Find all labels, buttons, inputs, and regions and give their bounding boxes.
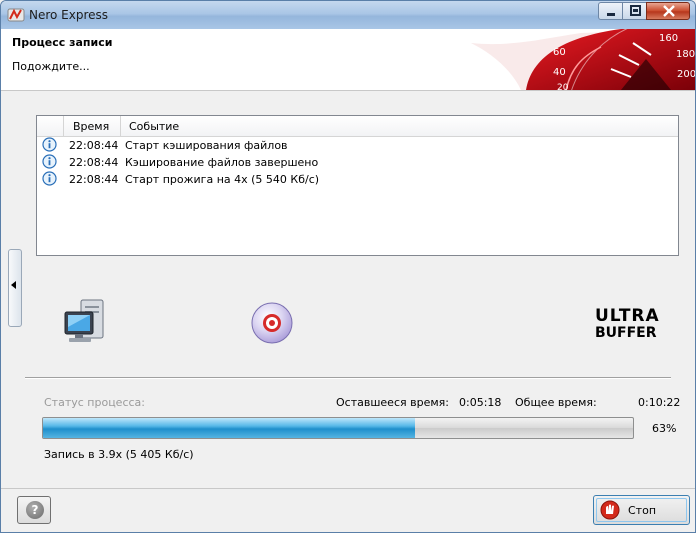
ultrabuffer-logo: ULTRA BUFFER: [595, 306, 660, 340]
section-divider: [25, 377, 671, 379]
maximize-button[interactable]: [622, 2, 647, 20]
expand-sidebar-tab[interactable]: [8, 249, 22, 327]
stop-button-label: Стоп: [628, 504, 657, 517]
nero-express-window: Nero Express Процесс записи Подождите...: [0, 0, 696, 533]
minimize-button[interactable]: [598, 2, 623, 20]
speedo-label-40: 40: [553, 67, 566, 78]
title-bar[interactable]: Nero Express: [1, 1, 695, 29]
main-content: Время Событие 22:08:44 Старт кэширования…: [1, 91, 695, 532]
column-separator: [120, 116, 121, 136]
log-header: Время Событие: [37, 116, 678, 137]
speedo-label-60: 60: [553, 47, 566, 58]
column-separator: [63, 116, 64, 136]
stop-icon: [600, 500, 620, 520]
computer-icon: [64, 299, 104, 342]
row-event: Старт кэширования файлов: [125, 139, 288, 152]
window-title: Nero Express: [29, 8, 109, 22]
speedo-label-20: 20: [557, 83, 569, 90]
total-time-label: Общее время:: [515, 396, 597, 409]
disc-icon: [251, 302, 293, 344]
speedo-label-160: 160: [659, 33, 678, 44]
column-header-time[interactable]: Время: [73, 120, 109, 133]
page-title: Процесс записи: [12, 36, 113, 49]
info-icon: [42, 137, 57, 152]
svg-text:ULTRA: ULTRA: [595, 306, 660, 326]
remaining-time-value: 0:05:18: [459, 396, 502, 409]
column-header-event[interactable]: Событие: [129, 120, 179, 133]
info-icon: [42, 154, 57, 169]
stop-button[interactable]: Стоп: [593, 495, 690, 525]
bottom-bar: ? Стоп: [1, 488, 695, 532]
table-row[interactable]: 22:08:44 Старт кэширования файлов: [37, 137, 678, 154]
row-time: 22:08:44: [69, 139, 119, 152]
info-icon: [42, 171, 57, 186]
table-row[interactable]: 22:08:44 Кэширование файлов завершено: [37, 154, 678, 171]
collapse-arrow-icon: [11, 281, 16, 289]
nero-app-icon: [7, 8, 25, 22]
row-event: Старт прожига на 4x (5 540 Кб/с): [125, 173, 320, 186]
speedo-label-200: 200: [677, 69, 695, 80]
row-time: 22:08:44: [69, 156, 119, 169]
event-log-table[interactable]: Время Событие 22:08:44 Старт кэширования…: [36, 115, 679, 256]
burn-progress-bar: [42, 417, 634, 439]
close-icon: [663, 5, 675, 17]
row-event: Кэширование файлов завершено: [125, 156, 319, 169]
table-row[interactable]: 22:08:44 Старт прожига на 4x (5 540 Кб/с…: [37, 171, 678, 188]
remaining-time-label: Оставшееся время:: [336, 396, 449, 409]
speedo-label-180: 180: [676, 49, 695, 60]
restore-icon: [630, 5, 641, 16]
help-button[interactable]: ?: [17, 496, 51, 524]
page-subtitle: Подождите...: [12, 60, 90, 73]
help-icon: ?: [26, 501, 44, 519]
minimize-icon: [607, 13, 615, 16]
row-time: 22:08:44: [69, 173, 119, 186]
speedometer-graphic: 160 180 200 60 40 20: [471, 29, 695, 90]
burn-progress-fill: [43, 418, 415, 438]
write-speed-text: Запись в 3.9x (5 405 Кб/с): [44, 448, 194, 461]
process-status-label: Статус процесса:: [44, 396, 145, 409]
close-button[interactable]: [646, 2, 690, 20]
total-time-value: 0:10:22: [638, 396, 681, 409]
progress-percent: 63%: [652, 422, 677, 435]
svg-text:BUFFER: BUFFER: [595, 325, 657, 340]
header-panel: Процесс записи Подождите... 160 180 200 …: [1, 29, 695, 91]
